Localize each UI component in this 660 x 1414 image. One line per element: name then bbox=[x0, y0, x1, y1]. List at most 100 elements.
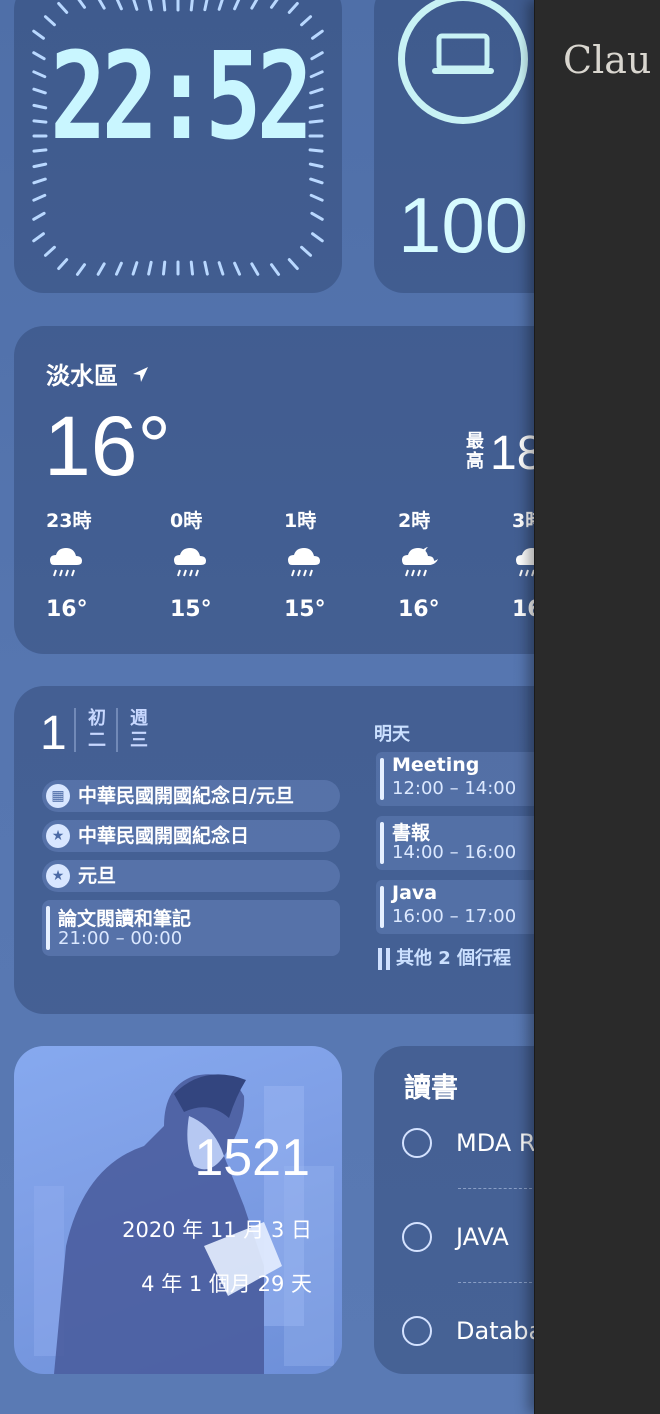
hourly-forecast: 1時 15° bbox=[284, 506, 364, 622]
hour-temperature: 16° bbox=[46, 597, 88, 622]
tomorrow-label: 明天 bbox=[374, 724, 410, 745]
dial-tick bbox=[32, 193, 47, 202]
dial-tick bbox=[77, 0, 87, 9]
reminders-title: 讀書 bbox=[404, 1073, 458, 1104]
dial-tick bbox=[217, 261, 225, 276]
checkbox-circle-icon[interactable] bbox=[402, 1128, 432, 1158]
dial-tick bbox=[32, 211, 46, 221]
calendar-event[interactable]: ★ 中華民國開國紀念日 bbox=[42, 820, 340, 852]
event-color-bar bbox=[46, 906, 50, 950]
weekday: 週三 bbox=[116, 708, 150, 752]
dial-tick bbox=[32, 29, 45, 40]
event-time: 21:00 – 00:00 bbox=[58, 928, 183, 949]
battery-percent: 100 bbox=[398, 181, 529, 269]
dial-tick bbox=[311, 29, 324, 40]
dial-tick bbox=[131, 261, 139, 276]
dial-tick bbox=[310, 51, 324, 61]
hour-label: 0時 bbox=[170, 510, 203, 532]
dial-tick bbox=[75, 263, 87, 276]
more-events-icon bbox=[378, 948, 390, 970]
laptop-icon bbox=[432, 33, 494, 74]
dial-tick bbox=[233, 261, 242, 276]
app-title: Clau bbox=[563, 38, 652, 82]
reminder-label: JAVA bbox=[456, 1223, 509, 1251]
elapsed-duration: 4 年 1 個月 29 天 bbox=[141, 1272, 312, 1296]
weather-widget[interactable]: 淡水區 16° 最高 18 23時 16° 0時 15° 1時 15° 2時 16° 3時 16° bbox=[14, 326, 574, 654]
dial-tick bbox=[32, 51, 46, 61]
dial-tick bbox=[309, 70, 324, 79]
star-icon: ★ bbox=[46, 864, 70, 888]
dial-tick bbox=[57, 258, 69, 271]
dial-tick bbox=[43, 245, 56, 257]
dial-tick bbox=[250, 262, 260, 276]
more-events[interactable]: 其他 2 個行程 bbox=[378, 944, 511, 970]
dial-tick bbox=[309, 193, 324, 202]
dial-tick bbox=[203, 260, 209, 276]
dial-tick bbox=[308, 119, 324, 124]
clock-time: 22:52 bbox=[50, 28, 313, 167]
event-title: Java bbox=[392, 882, 438, 904]
hour-temperature: 16° bbox=[398, 597, 440, 622]
weather-location: 淡水區 bbox=[46, 356, 152, 391]
dial-tick bbox=[162, 0, 167, 12]
illustration-image bbox=[34, 1074, 334, 1374]
checkbox-circle-icon[interactable] bbox=[402, 1222, 432, 1252]
hourly-forecast: 0時 15° bbox=[170, 506, 250, 622]
calendar-widget[interactable]: 1 初二 週三 ▦ 中華民國開國紀念日/元旦 ★ 中華民國開國紀念日 ★ 元旦 … bbox=[14, 686, 574, 1014]
dial-tick bbox=[309, 177, 324, 185]
dial-tick bbox=[32, 103, 48, 110]
app-window[interactable]: Clau bbox=[534, 0, 660, 1414]
event-title: 中華民國開國紀念日/元旦 bbox=[78, 785, 294, 807]
reminder-label: Databa bbox=[456, 1317, 544, 1345]
photo-countdown-widget[interactable]: 1521 2020 年 11 月 3 日 4 年 1 個月 29 天 bbox=[14, 1046, 342, 1374]
event-title: 書報 bbox=[392, 822, 431, 844]
dial-tick bbox=[161, 260, 167, 276]
dial-tick bbox=[32, 232, 45, 243]
hour-temperature: 15° bbox=[284, 597, 326, 622]
dial-tick bbox=[309, 87, 324, 95]
dial-tick bbox=[32, 177, 47, 185]
event-color-bar bbox=[380, 886, 384, 928]
dial-tick bbox=[300, 15, 313, 27]
event-time: 16:00 – 17:00 bbox=[392, 906, 517, 927]
checkbox-circle-icon[interactable] bbox=[402, 1316, 432, 1346]
dial-tick bbox=[96, 262, 106, 276]
rain-cloud-icon bbox=[46, 543, 126, 583]
event-title: Meeting bbox=[392, 754, 480, 776]
high-label: 最高 bbox=[466, 431, 484, 472]
rain-cloud-icon bbox=[284, 543, 364, 583]
rain-moon-cloud-icon bbox=[398, 543, 478, 583]
dial-tick bbox=[300, 245, 313, 257]
dial-tick bbox=[308, 148, 324, 153]
clock-widget[interactable]: 22:52 bbox=[14, 0, 342, 293]
dial-tick bbox=[147, 0, 153, 12]
dial-tick bbox=[233, 0, 241, 11]
event-title: 元旦 bbox=[78, 865, 117, 887]
dial-tick bbox=[250, 0, 259, 10]
rain-cloud-icon bbox=[170, 543, 250, 583]
dial-tick bbox=[32, 119, 48, 124]
hourly-forecast: 2時 16° bbox=[398, 506, 478, 622]
calendar-event[interactable]: ★ 元旦 bbox=[42, 860, 340, 892]
location-arrow-icon bbox=[133, 367, 149, 382]
dial-tick bbox=[132, 0, 139, 11]
hour-label: 1時 bbox=[284, 510, 317, 532]
calendar-event[interactable]: ▦ 中華民國開國紀念日/元旦 bbox=[42, 780, 340, 812]
current-temperature: 16° bbox=[44, 399, 172, 493]
dial-tick bbox=[189, 0, 194, 12]
dial-tick bbox=[32, 162, 48, 169]
event-time: 12:00 – 14:00 bbox=[392, 778, 517, 799]
dial-tick bbox=[189, 260, 195, 276]
dial-tick bbox=[269, 263, 281, 276]
dial-tick bbox=[203, 0, 209, 12]
dial-tick bbox=[311, 232, 324, 243]
dial-tick bbox=[217, 0, 224, 11]
event-time: 14:00 – 16:00 bbox=[392, 842, 517, 863]
dial-tick bbox=[308, 103, 324, 110]
calendar-timed-event[interactable]: 論文閱讀和筆記 21:00 – 00:00 bbox=[42, 900, 340, 956]
hourly-forecast: 23時 16° bbox=[46, 506, 126, 622]
event-color-bar bbox=[380, 822, 384, 864]
dial-tick bbox=[32, 70, 47, 79]
event-title: 中華民國開國紀念日 bbox=[78, 825, 250, 847]
start-date: 2020 年 11 月 3 日 bbox=[122, 1218, 312, 1242]
